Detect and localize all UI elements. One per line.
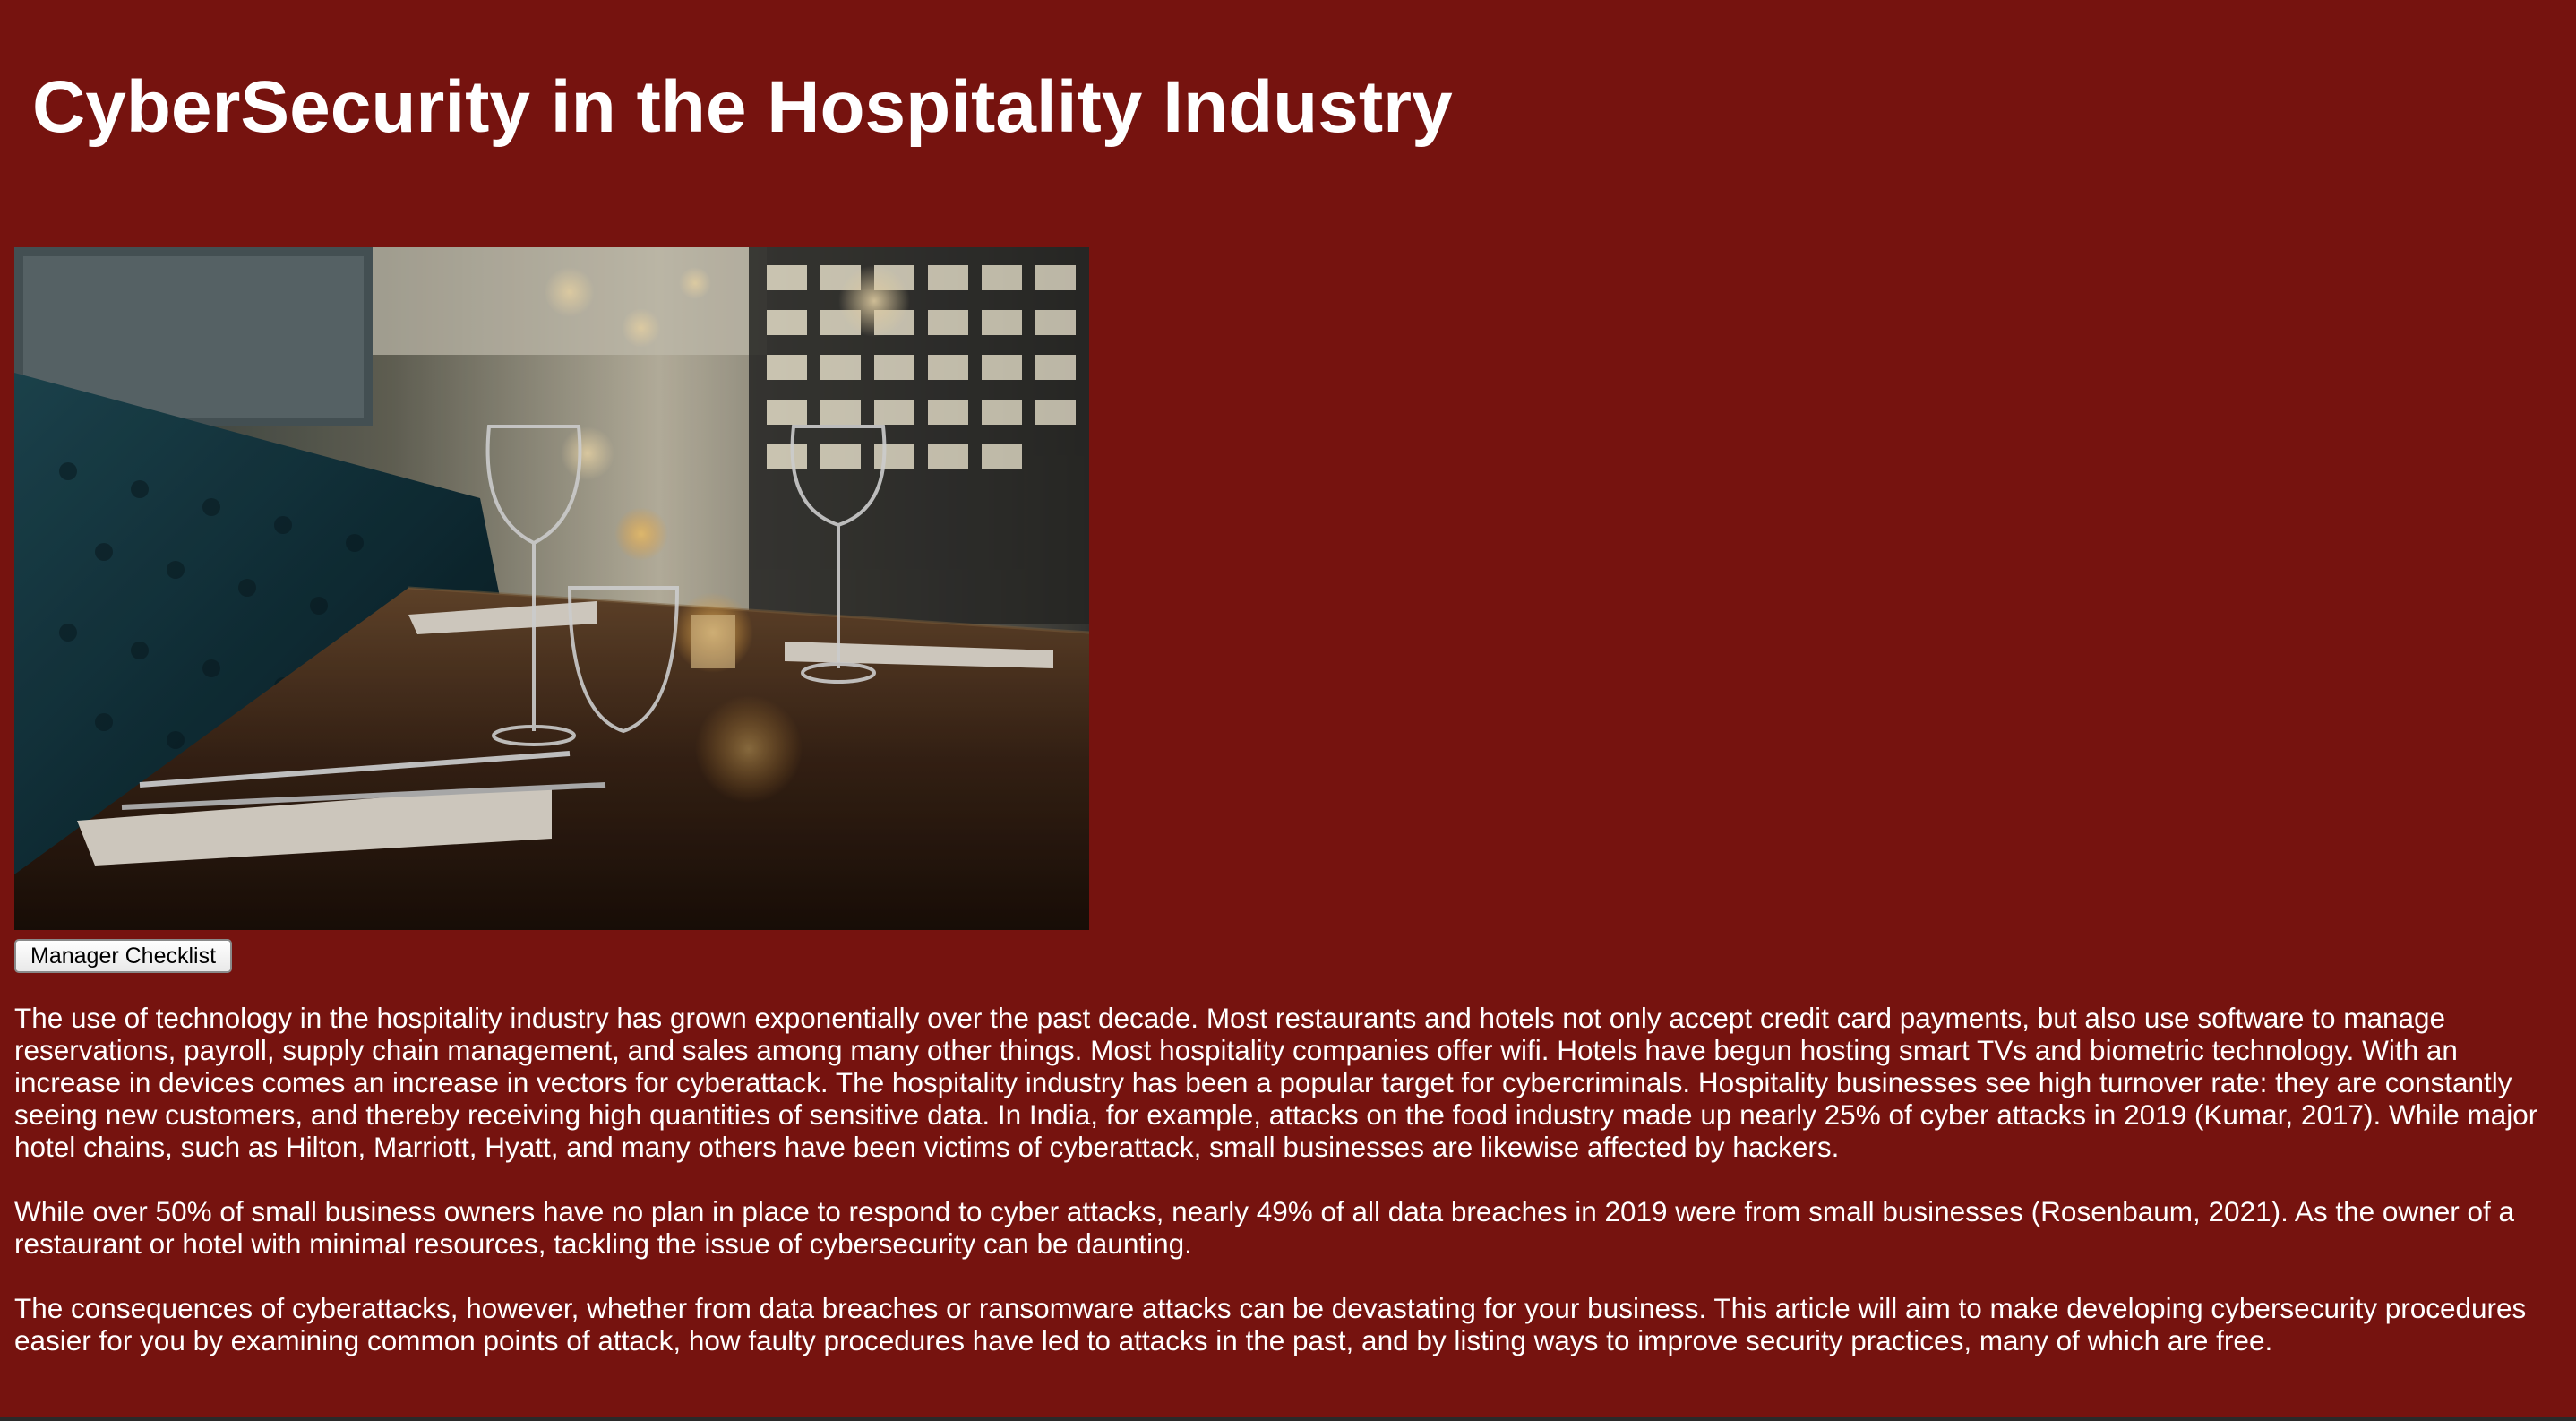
manager-checklist-button[interactable]: Manager Checklist (14, 939, 233, 973)
page-title: CyberSecurity in the Hospitality Industr… (32, 66, 1453, 148)
restaurant-table-photo (14, 247, 1089, 930)
article-paragraph-3: The consequences of cyberattacks, howeve… (14, 1292, 2527, 1356)
article-paragraph-1: The use of technology in the hospitality… (14, 1002, 2538, 1163)
bottom-edge-divider (0, 1417, 2576, 1421)
restaurant-table-photo-graphic (14, 247, 1089, 930)
page: CyberSecurity in the Hospitality Industr… (0, 0, 2576, 1421)
article-paragraph-2: While over 50% of small business owners … (14, 1195, 2514, 1260)
article-body: The use of technology in the hospitality… (14, 1002, 2558, 1389)
